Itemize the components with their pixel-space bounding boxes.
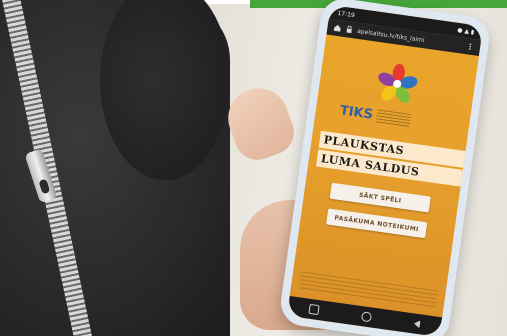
rules-button[interactable]: PASĀKUMA NOTEIKUMI	[326, 208, 428, 239]
zipper-pull-hole	[38, 178, 51, 195]
home-button-icon[interactable]	[360, 311, 373, 323]
brand-row: TIKS	[339, 103, 412, 128]
start-game-button[interactable]: SĀKT SPĒLI	[329, 182, 431, 213]
back-icon[interactable]	[413, 319, 421, 329]
menu-dots-icon[interactable]	[466, 42, 475, 51]
brand-subtitle-lines	[375, 108, 412, 128]
jacket-hood	[100, 0, 230, 180]
photo-scene: 17:19 ● ▲ ▮ apelsaltsu.lv/tiks_laimi TIK…	[0, 0, 507, 336]
status-time: 17:19	[337, 9, 356, 19]
home-icon[interactable]	[333, 23, 342, 32]
jacket	[0, 0, 230, 336]
game-title: PLAUKSTAS LUMA SALDUS	[315, 130, 466, 189]
tiks-flower-logo	[374, 60, 421, 107]
recent-apps-icon[interactable]	[308, 303, 321, 316]
status-icons: ● ▲ ▮	[456, 26, 475, 36]
lock-icon	[345, 25, 354, 34]
brand-name: TIKS	[338, 103, 374, 123]
